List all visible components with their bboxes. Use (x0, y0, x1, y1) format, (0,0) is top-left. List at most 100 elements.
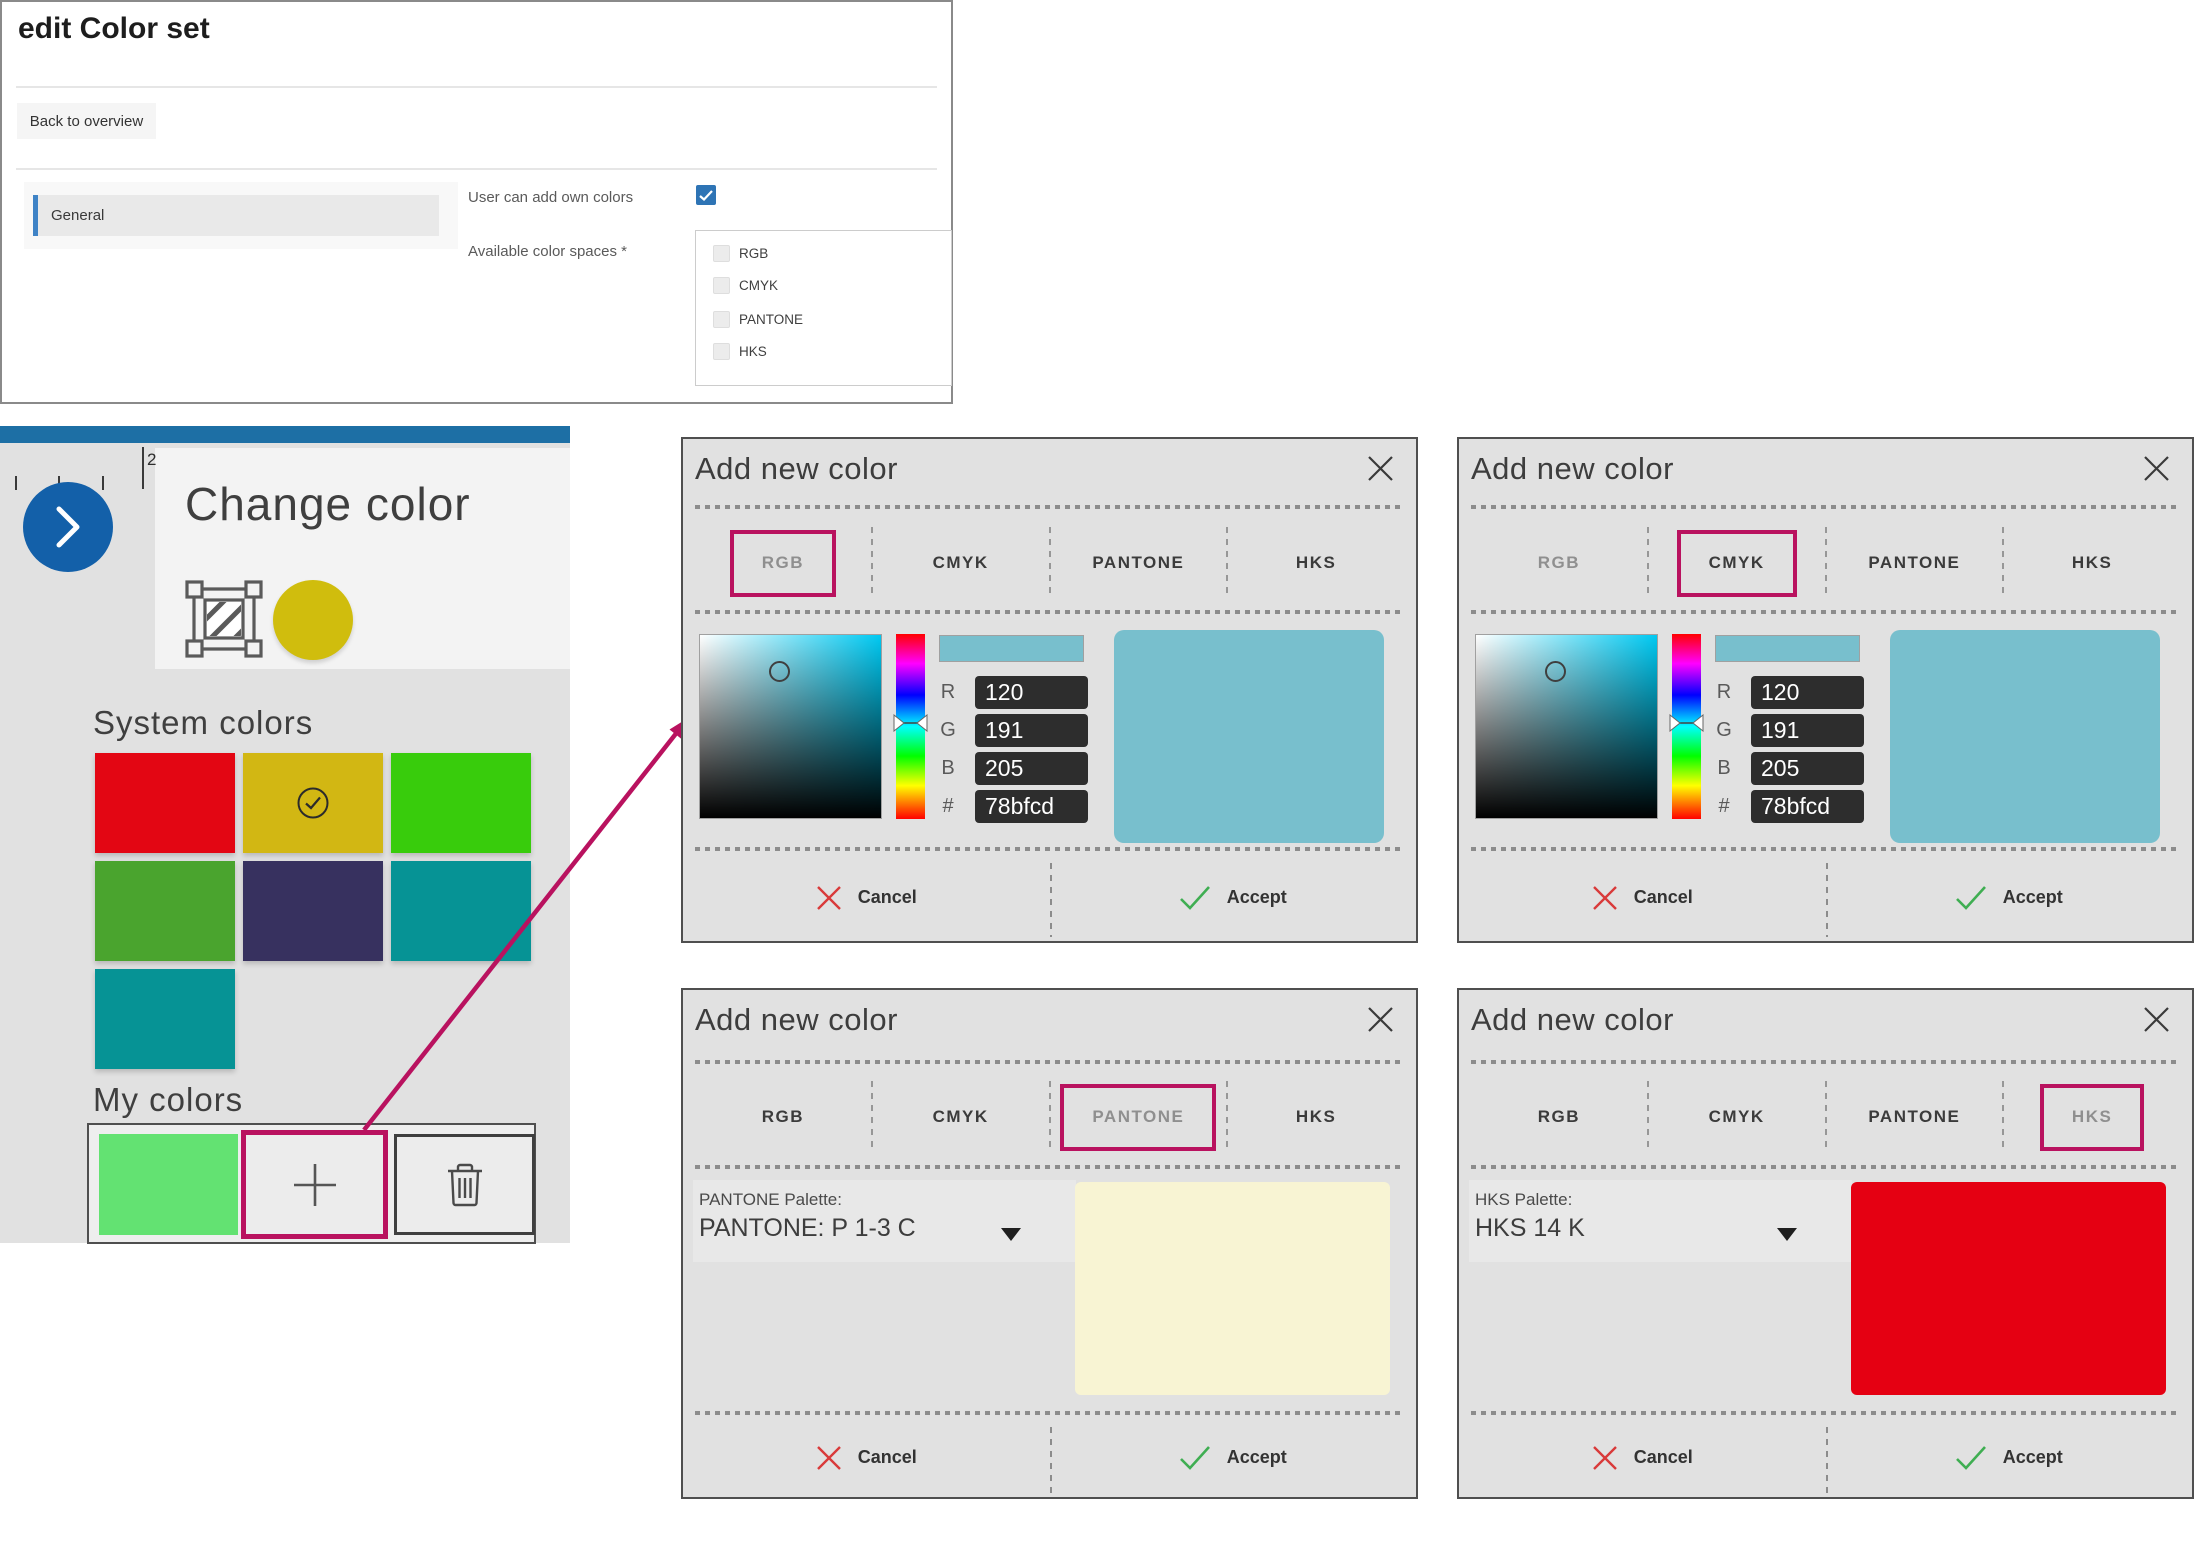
dialog-title: Add new color (1471, 451, 1674, 487)
collapse-panel-button[interactable] (23, 482, 113, 572)
accept-button[interactable]: Accept (1050, 850, 1417, 945)
cancel-button[interactable]: Cancel (683, 850, 1050, 945)
color-space-options: RGB CMYK PANTONE HKS (695, 230, 952, 386)
tab-pantone[interactable]: PANTONE (1827, 1077, 2003, 1157)
tab-rgb[interactable]: RGB (1471, 523, 1647, 603)
tab-cmyk[interactable]: CMYK (873, 523, 1049, 603)
sv-selector-ring[interactable] (1545, 661, 1566, 682)
tab-cmyk[interactable]: CMYK (1649, 523, 1825, 603)
my-color-swatch[interactable] (99, 1134, 238, 1235)
accept-button[interactable]: Accept (1050, 1414, 1417, 1501)
g-input[interactable]: 191 (975, 714, 1088, 747)
tab-hks[interactable]: HKS (2004, 523, 2180, 603)
hks-checkbox[interactable] (713, 343, 730, 360)
hue-slider-handle[interactable] (1669, 714, 1704, 732)
tab-hks[interactable]: HKS (1228, 1077, 1404, 1157)
accept-check-icon (1955, 885, 1987, 911)
r-input[interactable]: 120 (1751, 676, 1864, 709)
tab-pantone[interactable]: PANTONE (1051, 523, 1227, 603)
tab-bar: RGB CMYK PANTONE HKS (695, 1077, 1404, 1157)
dialog-add-color-cmyk: Add new color RGB CMYK PANTONE HKS (1457, 437, 2194, 943)
cancel-button[interactable]: Cancel (1459, 1414, 1826, 1501)
my-colors-heading: My colors (93, 1081, 243, 1119)
palette-label: PANTONE Palette: (699, 1190, 842, 1210)
back-to-overview-button[interactable]: Back to overview (17, 103, 156, 139)
tab-pantone[interactable]: PANTONE (1827, 523, 2003, 603)
palette-dropdown[interactable]: PANTONE: P 1-3 C (699, 1214, 916, 1243)
option-hks[interactable]: HKS (713, 343, 767, 360)
system-swatch-navy[interactable] (243, 861, 383, 961)
sv-selector-ring[interactable] (769, 661, 790, 682)
divider (16, 86, 937, 88)
tab-hks[interactable]: HKS (2004, 1077, 2180, 1157)
hex-input[interactable]: 78bfcd (975, 790, 1088, 823)
accept-button[interactable]: Accept (1826, 850, 2193, 945)
option-pantone[interactable]: PANTONE (713, 311, 803, 328)
edit-color-set-panel: edit Color set Back to overview General … (0, 0, 953, 404)
cancel-button[interactable]: Cancel (1459, 850, 1826, 945)
system-swatch-teal[interactable] (391, 861, 531, 961)
dotted-divider (695, 505, 1404, 509)
user-can-add-checkbox[interactable] (696, 185, 716, 205)
cancel-button[interactable]: Cancel (683, 1414, 1050, 1501)
system-colors-heading: System colors (93, 704, 313, 742)
close-icon[interactable] (2143, 455, 2170, 482)
tab-rgb[interactable]: RGB (1471, 1077, 1647, 1157)
saturation-value-picker[interactable] (1475, 634, 1658, 819)
saturation-value-picker[interactable] (699, 634, 882, 819)
rgb-checkbox[interactable] (713, 245, 730, 262)
system-swatch-red[interactable] (95, 753, 235, 853)
palette-label: HKS Palette: (1475, 1190, 1572, 1210)
field-row-r: R 120 (931, 676, 1088, 709)
option-cmyk[interactable]: CMYK (713, 277, 778, 294)
divider (16, 168, 937, 170)
option-rgb[interactable]: RGB (713, 245, 768, 262)
color-preview-large (1114, 630, 1384, 843)
add-color-button[interactable] (241, 1130, 388, 1239)
hex-input[interactable]: 78bfcd (1751, 790, 1864, 823)
dropdown-caret-icon[interactable] (1001, 1228, 1021, 1241)
plus-icon (291, 1161, 339, 1209)
system-swatch-green[interactable] (391, 753, 531, 853)
system-swatch-darkgreen[interactable] (95, 861, 235, 961)
system-swatch-teal2[interactable] (95, 969, 235, 1069)
tab-pantone[interactable]: PANTONE (1051, 1077, 1227, 1157)
ruler-tick (15, 476, 17, 490)
hue-slider[interactable] (896, 634, 925, 819)
field-row-b: B 205 (1707, 752, 1864, 785)
close-icon[interactable] (1367, 1006, 1394, 1033)
tab-rgb[interactable]: RGB (695, 1077, 871, 1157)
sidebar-item-general[interactable]: General (33, 195, 439, 236)
dotted-divider (695, 610, 1404, 614)
dropdown-caret-icon[interactable] (1777, 1228, 1797, 1241)
hue-slider[interactable] (1672, 634, 1701, 819)
field-row-hex: # 78bfcd (931, 790, 1088, 823)
cancel-x-icon (1592, 1445, 1618, 1471)
tab-cmyk[interactable]: CMYK (873, 1077, 1049, 1157)
ruler-mark (142, 447, 144, 489)
dotted-divider (1471, 610, 2180, 614)
g-input[interactable]: 191 (1751, 714, 1864, 747)
cmyk-checkbox[interactable] (713, 277, 730, 294)
accept-button[interactable]: Accept (1826, 1414, 2193, 1501)
r-input[interactable]: 120 (975, 676, 1088, 709)
pantone-checkbox[interactable] (713, 311, 730, 328)
palette-dropdown[interactable]: HKS 14 K (1475, 1214, 1585, 1243)
delete-color-button[interactable] (394, 1134, 535, 1235)
close-icon[interactable] (2143, 1006, 2170, 1033)
b-input[interactable]: 205 (975, 752, 1088, 785)
color-preview-bar (939, 635, 1084, 662)
dialog-add-color-rgb: Add new color RGB CMYK PANTONE HKS (681, 437, 1418, 943)
tab-cmyk[interactable]: CMYK (1649, 1077, 1825, 1157)
dialog-add-color-hks: Add new color RGB CMYK PANTONE HKS HKS P… (1457, 988, 2194, 1499)
b-input[interactable]: 205 (1751, 752, 1864, 785)
cancel-x-icon (816, 1445, 842, 1471)
close-icon[interactable] (1367, 455, 1394, 482)
tab-rgb[interactable]: RGB (695, 523, 871, 603)
dotted-divider (1471, 1165, 2180, 1169)
hue-slider-handle[interactable] (893, 714, 928, 732)
tab-hks[interactable]: HKS (1228, 523, 1404, 603)
color-preview-bar (1715, 635, 1860, 662)
palette-color-preview (1851, 1182, 2166, 1395)
color-preview-large (1890, 630, 2160, 843)
